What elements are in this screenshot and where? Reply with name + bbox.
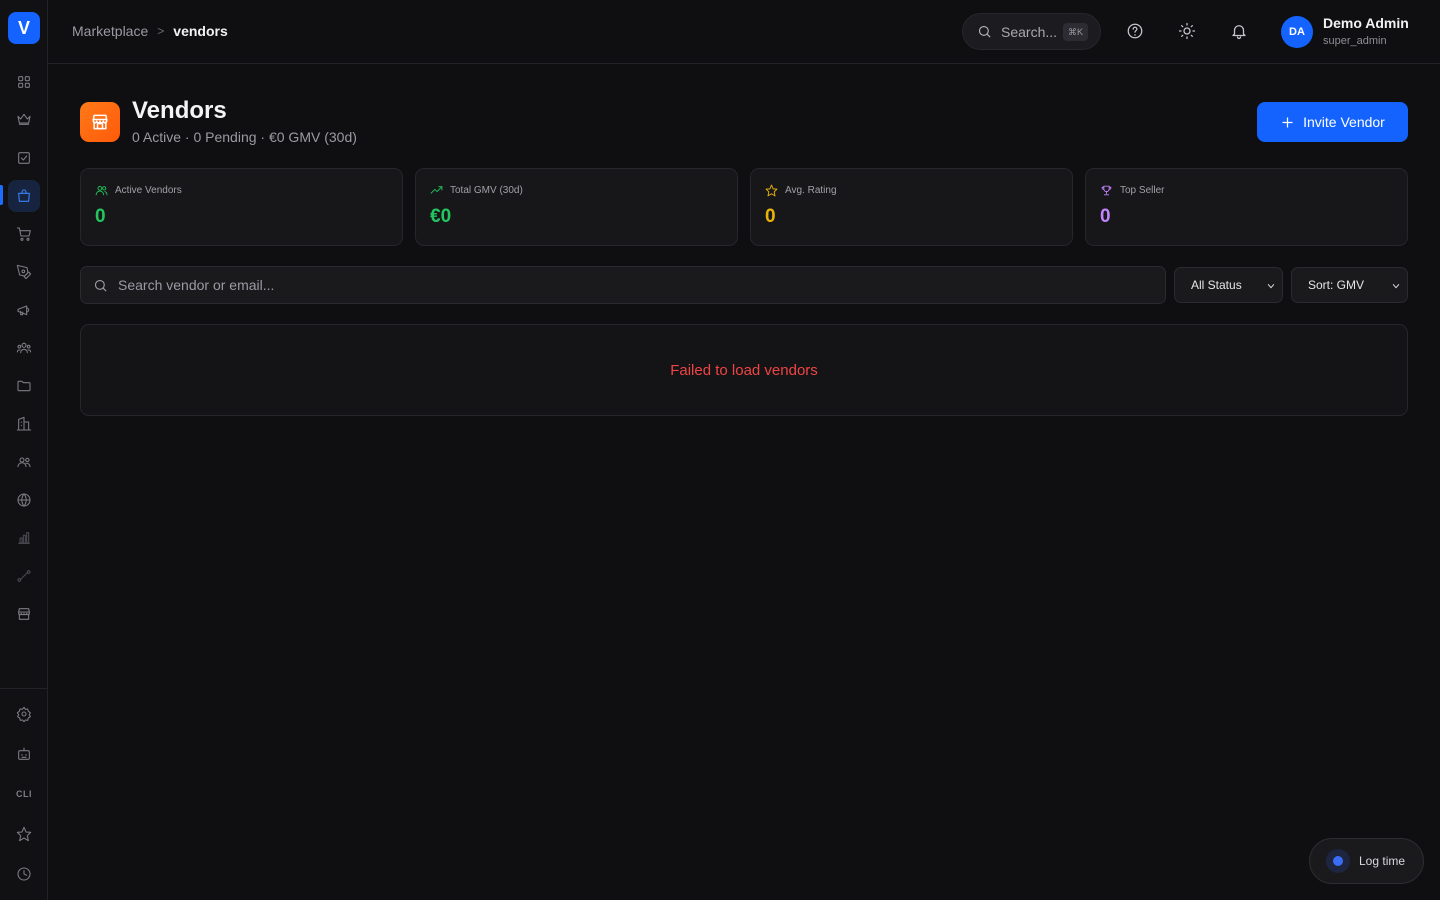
shopping-bag-icon[interactable] [8, 180, 40, 212]
stat-value: 0 [95, 206, 106, 227]
invite-vendor-label: Invite Vendor [1303, 114, 1385, 130]
page-subtitle: 0 Active · 0 Pending · €0 GMV (30d) [132, 129, 357, 145]
folder-icon[interactable] [8, 370, 40, 402]
vendor-search-input[interactable] [118, 277, 1165, 293]
search-icon [978, 25, 991, 38]
bot-icon[interactable] [8, 738, 40, 770]
search-shortcut: ⌘K [1062, 23, 1088, 41]
cli-icon[interactable]: CLI [8, 778, 40, 810]
active-indicator [0, 185, 3, 205]
store-icon [80, 102, 120, 142]
sort-value: Sort: GMV [1308, 278, 1365, 292]
store-icon[interactable] [8, 598, 40, 630]
cli-label: CLI [16, 789, 32, 799]
building-icon[interactable] [8, 408, 40, 440]
trending-up-icon [430, 186, 443, 194]
stat-label: Total GMV (30d) [450, 185, 523, 196]
settings-gear-icon[interactable] [8, 698, 40, 730]
stat-value: 0 [765, 206, 776, 227]
globe-icon[interactable] [8, 484, 40, 516]
timer-icon [1326, 849, 1350, 873]
stat-card-avg-rating: Avg. Rating 0 [750, 168, 1073, 246]
stat-value: €0 [430, 206, 452, 227]
help-icon[interactable] [1124, 20, 1146, 42]
pen-tool-icon[interactable] [8, 256, 40, 288]
user-role: super_admin [1323, 35, 1387, 47]
chevron-down-icon [1392, 284, 1400, 289]
log-time-label: Log time [1359, 854, 1406, 868]
breadcrumb-parent[interactable]: Marketplace [72, 23, 148, 39]
vendors-list-panel: Failed to load vendors [80, 324, 1408, 416]
page-title: Vendors [132, 97, 227, 124]
global-search-label: Search... [1001, 23, 1058, 40]
dashboard-grid-icon[interactable] [8, 66, 40, 98]
route-icon[interactable] [8, 560, 40, 592]
search-icon [94, 279, 107, 292]
bar-chart-icon[interactable] [8, 522, 40, 554]
plus-icon [1282, 117, 1293, 127]
top-bar: Marketplace > vendors Search... ⌘K DA De… [48, 0, 1440, 64]
breadcrumb: Marketplace > vendors [72, 23, 228, 39]
stat-card-total-gmv: Total GMV (30d) €0 [415, 168, 738, 246]
chevron-right-icon: > [157, 24, 165, 38]
sort-select[interactable]: Sort: GMV [1291, 267, 1408, 303]
users-group-icon[interactable] [8, 332, 40, 364]
shopping-cart-icon[interactable] [8, 218, 40, 250]
megaphone-icon[interactable] [8, 294, 40, 326]
log-time-button[interactable]: Log time [1309, 838, 1424, 884]
status-filter-value: All Status [1191, 278, 1242, 292]
contacts-icon[interactable] [8, 446, 40, 478]
app-logo[interactable]: V [8, 12, 40, 44]
trophy-icon [1101, 185, 1112, 196]
stat-label: Active Vendors [115, 185, 182, 196]
bell-icon[interactable] [1228, 20, 1250, 42]
theme-toggle-sun-icon[interactable] [1176, 20, 1198, 42]
error-message: Failed to load vendors [670, 361, 818, 379]
stat-card-active-vendors: Active Vendors 0 [80, 168, 403, 246]
stat-label: Avg. Rating [785, 185, 837, 196]
star-icon[interactable] [8, 818, 40, 850]
users-icon [95, 185, 108, 196]
user-name[interactable]: Demo Admin [1323, 15, 1409, 31]
stat-card-top-seller: Top Seller 0 [1085, 168, 1408, 246]
chevron-down-icon [1267, 284, 1275, 289]
checkbox-icon[interactable] [8, 142, 40, 174]
star-icon [765, 184, 778, 197]
sidebar-divider [0, 688, 48, 689]
status-filter-select[interactable]: All Status [1174, 267, 1283, 303]
stat-value: 0 [1100, 206, 1111, 227]
clock-icon[interactable] [8, 858, 40, 890]
stat-label: Top Seller [1120, 185, 1165, 196]
invite-vendor-button[interactable]: Invite Vendor [1257, 102, 1408, 142]
breadcrumb-current: vendors [173, 23, 228, 39]
global-search-button[interactable]: Search... ⌘K [962, 13, 1101, 50]
crown-icon[interactable] [8, 103, 40, 135]
sidebar: V CLI [0, 0, 48, 900]
avatar[interactable]: DA [1281, 16, 1313, 48]
vendor-search-field[interactable] [80, 266, 1166, 304]
